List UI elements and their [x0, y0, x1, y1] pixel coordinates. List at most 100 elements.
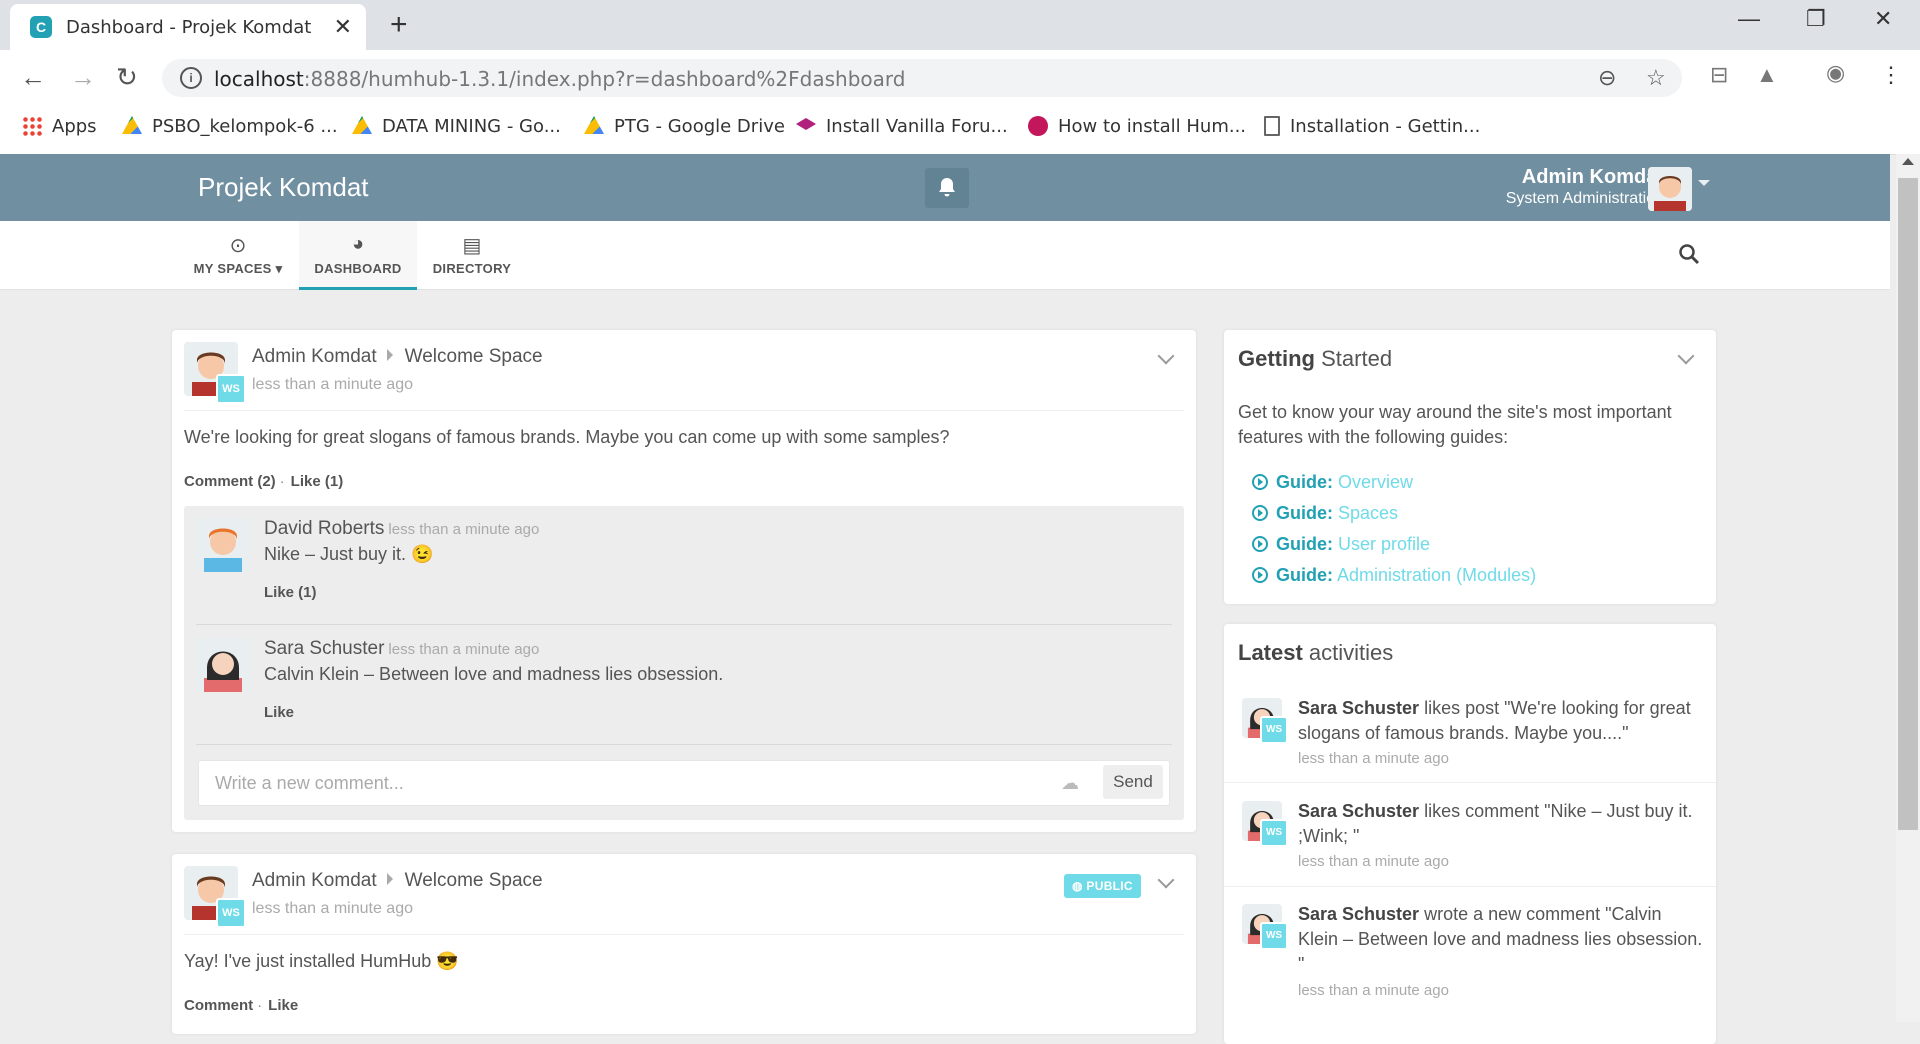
close-tab-icon[interactable]: ✕	[334, 14, 352, 40]
user-avatar[interactable]	[1648, 167, 1692, 211]
post-text: Yay! I've just installed HumHub 😎	[184, 951, 459, 971]
post-menu-chevron-icon[interactable]	[1157, 871, 1175, 889]
guide-link-overview[interactable]: Guide: Overview	[1252, 472, 1413, 493]
bookmark-apps[interactable]: Apps	[22, 116, 97, 137]
post-time[interactable]: less than a minute ago	[252, 376, 413, 394]
guide-link-administration[interactable]: Guide: Administration (Modules)	[1252, 565, 1536, 586]
bookmarks-bar: Apps PSBO_kelompok-6 ... DATA MINING - G…	[0, 106, 1920, 155]
profile-avatar-icon[interactable]: ◉	[1826, 60, 1845, 86]
browser-toolbar: ← → ↻ i localhost:8888/humhub-1.3.1/inde…	[0, 50, 1920, 106]
nav-dashboard[interactable]: ◕ DASHBOARD	[299, 221, 417, 290]
play-circle-icon	[1252, 567, 1268, 583]
like-link[interactable]: Like	[268, 997, 298, 1014]
minimize-icon[interactable]: —	[1738, 6, 1760, 32]
post-author-link[interactable]: Admin Komdat	[252, 346, 377, 367]
new-tab-icon[interactable]: +	[390, 8, 408, 42]
reload-icon[interactable]: ↻	[116, 62, 138, 93]
latest-activities-title: Latest activities	[1238, 640, 1394, 665]
site-logo-icon	[1028, 116, 1048, 136]
bookmark-installation[interactable]: Installation - Gettin...	[1264, 116, 1480, 137]
close-window-icon[interactable]: ✕	[1874, 6, 1892, 32]
site-brand[interactable]: Projek Komdat	[198, 172, 369, 203]
guide-link-user-profile[interactable]: Guide: User profile	[1252, 534, 1430, 555]
post-menu-chevron-icon[interactable]	[1157, 347, 1175, 365]
space-badge[interactable]: WS	[216, 374, 246, 404]
notification-bell-icon[interactable]	[925, 168, 969, 208]
comment-text: Calvin Klein – Between love and madness …	[264, 664, 724, 684]
comment-link[interactable]: Comment (2)	[184, 473, 276, 490]
comment-time: less than a minute ago	[388, 641, 540, 658]
play-circle-icon	[1252, 505, 1268, 521]
comment-input[interactable]	[213, 767, 1037, 799]
post-actions: Comment (2) · Like (1)	[184, 473, 344, 490]
search-icon[interactable]	[1678, 243, 1700, 270]
post-card: WS Admin Komdat Welcome Space less than a…	[172, 854, 1196, 1034]
post-actions: Comment · Like	[184, 997, 299, 1014]
browser-menu-icon[interactable]: ⋮	[1880, 62, 1902, 88]
comment-like-link[interactable]: Like	[264, 704, 294, 721]
user-menu-caret-icon[interactable]	[1698, 180, 1710, 186]
like-link[interactable]: Like (1)	[291, 473, 344, 490]
space-badge: WS	[1260, 716, 1288, 744]
google-drive-icon	[122, 116, 142, 134]
divider	[184, 934, 1184, 935]
activity-time: less than a minute ago	[1298, 982, 1449, 999]
activity-text: Sara Schuster likes post "We're looking …	[1298, 698, 1691, 743]
send-comment-button[interactable]: Send	[1103, 765, 1163, 799]
extension-e-icon[interactable]: ⊟	[1710, 62, 1728, 88]
my-spaces-icon: ⊙	[229, 235, 247, 257]
post-author-link[interactable]: Admin Komdat	[252, 870, 377, 891]
bookmark-humhub[interactable]: How to install Hum...	[1028, 116, 1246, 137]
collapse-chevron-icon[interactable]	[1677, 347, 1695, 365]
activity-item[interactable]: WS Sara Schuster wrote a new comment "Ca…	[1224, 894, 1716, 1024]
getting-started-panel: Getting Started Get to know your way aro…	[1224, 330, 1716, 604]
getting-started-intro: Get to know your way around the site's m…	[1238, 402, 1672, 447]
bookmark-vanilla[interactable]: Install Vanilla Foru...	[796, 116, 1008, 137]
main-navigation: ⊙ MY SPACES ▾ ◕ DASHBOARD ▤ DIRECTORY	[0, 221, 1890, 290]
browser-tab[interactable]: C Dashboard - Projek Komdat ✕	[10, 4, 366, 50]
activity-item[interactable]: WS Sara Schuster likes comment "Nike – J…	[1224, 791, 1716, 891]
google-drive-icon	[584, 116, 604, 134]
bookmark-ptg[interactable]: PTG - Google Drive	[584, 116, 785, 137]
nav-directory[interactable]: ▤ DIRECTORY	[430, 221, 514, 287]
address-bar[interactable]: i localhost:8888/humhub-1.3.1/index.php?…	[162, 59, 1682, 97]
bookmark-psbo[interactable]: PSBO_kelompok-6 ...	[122, 116, 338, 137]
drive-extension-icon[interactable]: ▲	[1756, 62, 1778, 88]
comment-like-link[interactable]: Like (1)	[264, 584, 317, 601]
browser-titlebar: C Dashboard - Projek Komdat ✕ + — ❐ ✕	[0, 0, 1920, 50]
scroll-up-icon[interactable]	[1902, 158, 1914, 165]
nav-my-spaces[interactable]: ⊙ MY SPACES ▾	[190, 221, 286, 287]
user-name[interactable]: Admin Komdat	[1522, 166, 1664, 189]
commenter-avatar[interactable]	[196, 518, 250, 572]
comment-author: Sara Schuster less than a minute ago	[264, 638, 539, 660]
upload-cloud-icon[interactable]: ☁	[1061, 773, 1079, 794]
activity-item[interactable]: WS Sara Schuster likes post "We're looki…	[1224, 688, 1716, 788]
activity-text: Sara Schuster likes comment "Nike – Just…	[1298, 801, 1693, 846]
globe-icon: ◍	[1072, 879, 1083, 893]
comment-author-link[interactable]: David Roberts	[264, 518, 384, 539]
bookmark-star-icon[interactable]: ☆	[1646, 65, 1666, 91]
site-info-icon[interactable]: i	[180, 67, 202, 89]
back-icon[interactable]: ←	[20, 62, 46, 93]
post-space-link[interactable]: Welcome Space	[405, 346, 543, 367]
comment-link[interactable]: Comment	[184, 997, 253, 1014]
post-space-link[interactable]: Welcome Space	[405, 870, 543, 891]
space-badge[interactable]: WS	[216, 898, 246, 928]
bookmark-data-mining[interactable]: DATA MINING - Go...	[352, 116, 561, 137]
page-scrollbar-thumb[interactable]	[1898, 178, 1918, 830]
breadcrumb-caret-icon	[386, 349, 393, 361]
zoom-out-icon[interactable]: ⊖	[1598, 65, 1616, 91]
post-time[interactable]: less than a minute ago	[252, 900, 413, 918]
post-card: WS Admin Komdat Welcome Space less than a…	[172, 330, 1196, 832]
space-badge: WS	[1260, 922, 1288, 950]
commenter-avatar[interactable]	[196, 638, 250, 692]
guide-link-spaces[interactable]: Guide: Spaces	[1252, 503, 1398, 524]
tab-title: Dashboard - Projek Komdat	[66, 17, 312, 38]
divider	[196, 624, 1172, 625]
restore-icon[interactable]: ❐	[1806, 6, 1826, 32]
apps-grid-icon	[22, 116, 42, 136]
post-text: We're looking for great slogans of famou…	[184, 427, 950, 447]
comment-author-link[interactable]: Sara Schuster	[264, 638, 384, 659]
breadcrumb-caret-icon	[386, 873, 393, 885]
forward-icon[interactable]: →	[70, 62, 96, 93]
